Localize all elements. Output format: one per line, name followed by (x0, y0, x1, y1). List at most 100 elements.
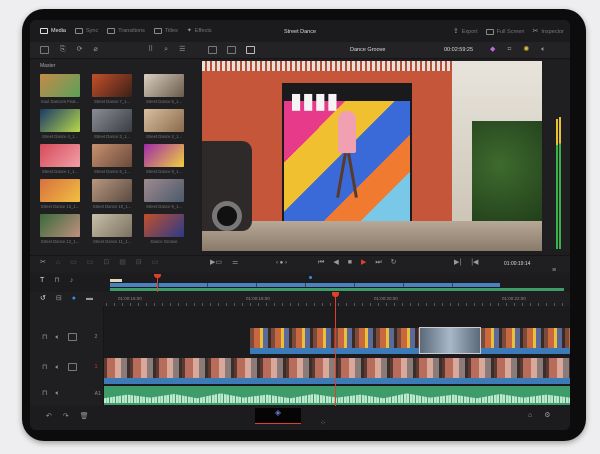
append-icon[interactable]: ▭ (70, 259, 77, 266)
clip-name: Dance Groove (150, 239, 178, 244)
undo-icon[interactable]: ↶ (46, 413, 52, 420)
playhead[interactable] (335, 292, 336, 412)
smart-insert-icon[interactable]: ⌂ (56, 259, 60, 266)
media-clip[interactable]: Dance Groove (142, 214, 186, 244)
clip-thumbnail (40, 74, 80, 97)
media-clip[interactable]: Street Dance 5_1... (142, 74, 186, 104)
fullscreen-icon (485, 28, 494, 35)
media-clip[interactable]: Street Dance 13_1... (38, 179, 82, 209)
monitor-icon[interactable] (67, 333, 77, 341)
import-icon[interactable]: ⎘ (60, 46, 66, 54)
title-clip-marker[interactable] (110, 279, 122, 282)
search-icon[interactable]: ⌕ (164, 46, 168, 53)
audio-icon[interactable]: 🔈︎ (55, 390, 59, 397)
go-to-end-icon[interactable]: ⏭ (375, 259, 381, 266)
clip-thumbnail (144, 214, 184, 237)
viewer-mode-icon[interactable] (208, 46, 217, 54)
clip-thumbnail (40, 214, 80, 237)
scene-pavement (202, 221, 542, 251)
color-icon[interactable]: ◆ (490, 46, 495, 53)
crop-icon[interactable]: ⌗ (507, 46, 511, 53)
video-viewer[interactable]: ▮▮▮▮ (202, 61, 542, 251)
nav-jog[interactable]: ‹ ● › (276, 260, 287, 266)
play-icon[interactable]: ▶ (361, 259, 366, 266)
snap-icon[interactable]: ↺ (40, 295, 46, 302)
ruler-tick: 01:00:20:00 (374, 296, 398, 301)
fullscreen-button[interactable]: Full Screen (485, 28, 525, 35)
track-header-v1: ⊓ 🔈︎ 1 (42, 363, 97, 371)
media-clip[interactable]: Soul Dancers Feat... (38, 74, 82, 104)
blade-icon[interactable]: ✂ (40, 259, 46, 266)
upper-timeline[interactable]: T ⊓ ♪ (30, 273, 570, 292)
mark-out-icon[interactable]: |◀ (471, 259, 478, 266)
mini-playhead-handle[interactable] (154, 274, 161, 278)
clip-view-icon[interactable]: ⊟ (56, 295, 62, 302)
home-icon[interactable]: ⌂ (528, 412, 532, 419)
media-clip[interactable]: Street Dance 6_1... (90, 144, 134, 174)
go-to-start-icon[interactable]: ⏮ (318, 259, 324, 266)
export-button[interactable]: ⇪ Export (453, 28, 478, 35)
source-viewer-icon[interactable] (227, 46, 236, 54)
flag-icon[interactable]: ▬ (86, 295, 93, 302)
media-clip[interactable]: Street Dance 10_1... (90, 179, 134, 209)
mini-audio-track[interactable] (110, 288, 564, 291)
mark-in-icon[interactable]: ▶| (454, 259, 461, 266)
play-reverse-icon[interactable]: ◀ (333, 259, 338, 266)
close-up-icon[interactable]: ⊡ (103, 259, 109, 266)
link-icon[interactable]: ⟳ (77, 46, 83, 54)
media-clip[interactable]: Street Dance 4_1... (38, 109, 82, 139)
delete-icon[interactable]: 🗑︎ (80, 413, 89, 420)
audio-icon[interactable]: 🔈︎ (55, 334, 59, 341)
audio-icon[interactable]: 🔈︎ (55, 364, 59, 371)
ripple-icon[interactable]: ▭ (87, 259, 94, 266)
audio-tool-icon[interactable]: ♪ (70, 277, 74, 284)
grid-view-icon[interactable]: ⠿ (148, 46, 153, 53)
adjust-icon[interactable]: ⚌ (232, 259, 238, 266)
settings-icon[interactable]: ⚙ (544, 412, 550, 419)
trim-icon[interactable]: ▶▭ (210, 259, 222, 266)
lock-icon[interactable]: ⊓ (42, 334, 47, 341)
inspector-button[interactable]: ✂ Inspector (533, 28, 565, 35)
sort-icon[interactable]: ☰ (179, 46, 185, 53)
text-tool-icon[interactable]: T (40, 277, 44, 284)
monitor-icon[interactable] (67, 363, 77, 371)
place-on-top-icon[interactable]: ▤ (119, 259, 126, 266)
panel-toggle-icon[interactable] (40, 46, 49, 54)
lock-icon[interactable]: ⊓ (42, 390, 47, 397)
replace-icon[interactable]: ▭ (152, 259, 159, 266)
media-clip[interactable]: Street Dance 1_1... (38, 144, 82, 174)
media-clip[interactable]: Street Dance 9_1... (142, 179, 186, 209)
playhead-handle[interactable] (332, 292, 339, 297)
clip-name: Street Dance 11_1... (92, 239, 132, 244)
mini-video-track[interactable] (110, 283, 500, 287)
video-clip-v1[interactable] (104, 358, 570, 378)
clip-bar-v1[interactable] (104, 378, 570, 384)
transition[interactable] (419, 327, 481, 354)
marker-icon[interactable]: ● (72, 295, 76, 302)
color-wheel-icon[interactable]: ✺ (523, 46, 529, 53)
volume-icon[interactable]: 🔈︎ (541, 46, 545, 53)
media-clip[interactable]: Street Dance 3_1... (90, 109, 134, 139)
attach-icon[interactable]: ⌀ (93, 46, 97, 54)
clip-name-dropdown[interactable]: Dance Groove (350, 47, 385, 53)
cut-icon: ◈ (274, 408, 282, 417)
top-bar: Media Sync Transitions Titles ✦ Effects S… (30, 20, 570, 42)
video-clip-v2[interactable] (250, 328, 570, 348)
source-overwrite-icon[interactable]: ⊟ (136, 259, 142, 266)
media-clip[interactable]: Street Dance 2_1... (142, 109, 186, 139)
loop-icon[interactable]: ↻ (391, 259, 397, 266)
loading-icon[interactable]: ⁘ (320, 412, 326, 430)
audio-clip-a1[interactable] (104, 386, 570, 405)
stop-icon[interactable]: ■ (348, 259, 352, 266)
media-clip[interactable]: Street Dance 11_1... (90, 214, 134, 244)
marker[interactable] (309, 276, 312, 279)
media-clip[interactable]: Street Dance 12_1... (38, 214, 82, 244)
media-clip[interactable]: Street Dance 7_1... (90, 74, 134, 104)
timeline-viewer-icon[interactable] (246, 46, 255, 54)
lock-icon[interactable]: ⊓ (42, 364, 47, 371)
redo-icon[interactable]: ↷ (63, 413, 69, 420)
cut-page-button[interactable]: ◈ (255, 408, 301, 424)
lock-icon[interactable]: ⊓ (54, 277, 59, 284)
media-clip[interactable]: Street Dance 8_1... (142, 144, 186, 174)
clip-bar-v2[interactable] (250, 348, 570, 354)
